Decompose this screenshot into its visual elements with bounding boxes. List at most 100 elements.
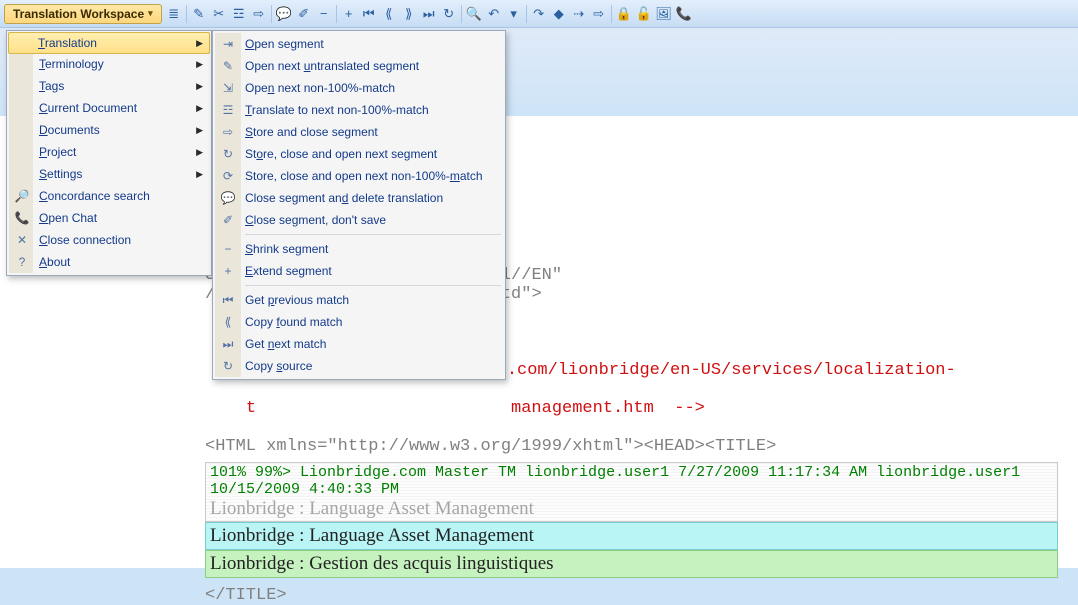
submenu-item[interactable]: ⏮Get previous match	[215, 289, 503, 311]
toolbar-icon-11[interactable]: ⟫	[399, 4, 419, 24]
menu-item-label: Close connection	[39, 233, 131, 247]
menu-item[interactable]: 📞Open Chat	[9, 207, 209, 229]
submenu-item-icon: ⇨	[219, 125, 237, 139]
submenu-item-label: Shrink segment	[245, 242, 328, 256]
submenu-arrow-icon: ▶	[196, 81, 203, 92]
submenu-item-icon: ⇥	[219, 37, 237, 51]
workspace-button[interactable]: Translation Workspace	[4, 4, 162, 24]
toolbar-icon-7[interactable]: −	[314, 4, 334, 24]
submenu-item-icon: ↻	[219, 359, 237, 373]
toolbar-icon-10[interactable]: ⟪	[379, 4, 399, 24]
menu-item[interactable]: Documents ▶	[9, 119, 209, 141]
menu-item-icon: ✕	[13, 233, 31, 247]
submenu-item[interactable]: ✐ Close segment, don't save	[215, 209, 503, 231]
toolbar-icon-4[interactable]: ⇨	[249, 4, 269, 24]
submenu-item-label: Close segment and delete translation	[245, 191, 443, 205]
submenu-item-icon: ⏭	[219, 337, 237, 352]
toolbar-row: Translation Workspace ≣✎✂☲⇨💬✐−+⏮⟪⟫⏭↻🔍↶▾↷…	[0, 0, 1078, 28]
toolbar-icon-3[interactable]: ☲	[229, 4, 249, 24]
toolbar-icons: ≣✎✂☲⇨💬✐−+⏮⟪⟫⏭↻🔍↶▾↷◆⇢⇨🔒🔓🖼📞	[164, 4, 694, 24]
segment-source[interactable]: Lionbridge : Language Asset Management	[205, 522, 1058, 550]
segment-target[interactable]: Lionbridge : Gestion des acquis linguist…	[205, 550, 1058, 578]
submenu-item[interactable]: + Extend segment	[215, 260, 503, 282]
tm-text: Lionbridge : Language Asset Management	[210, 498, 1053, 520]
toolbar-icon-24[interactable]: 📞	[674, 4, 694, 24]
menu-item[interactable]: Project▶	[9, 141, 209, 163]
menu-item-icon: 🔎	[13, 189, 31, 203]
menu-separator	[245, 285, 501, 286]
menu-item[interactable]: 🔎Concordance search	[9, 185, 209, 207]
toolbar-icon-8[interactable]: +	[339, 4, 359, 24]
submenu-item-label: Close segment, don't save	[245, 213, 386, 227]
translation-submenu: ⇥ Open segment ✎ Open next untranslated seg…	[212, 30, 506, 380]
toolbar-icon-1[interactable]: ✎	[189, 4, 209, 24]
submenu-arrow-icon: ▶	[196, 125, 203, 136]
submenu-item-icon: ⏮	[219, 293, 237, 308]
submenu-arrow-icon: ▶	[196, 147, 203, 158]
submenu-item-label: Extend segment	[245, 264, 332, 278]
submenu-item[interactable]: −Shrink segment	[215, 238, 503, 260]
menu-item[interactable]: Translation ▶	[8, 32, 210, 54]
menu-item[interactable]: Tags ▶	[9, 75, 209, 97]
submenu-item-icon: ✐	[219, 213, 237, 227]
toolbar-icon-15[interactable]: ↶	[484, 4, 504, 24]
submenu-item-icon: 💬	[219, 191, 237, 205]
toolbar-icon-17[interactable]: ↷	[529, 4, 549, 24]
submenu-item[interactable]: 💬 Close segment and delete translation	[215, 187, 503, 209]
submenu-item-icon: −	[219, 242, 237, 256]
menu-item-label: Open Chat	[39, 211, 97, 225]
submenu-item-label: Open next non-100%-match	[245, 81, 395, 95]
toolbar-icon-16[interactable]: ▾	[504, 4, 524, 24]
toolbar-icon-2[interactable]: ✂	[209, 4, 229, 24]
menu-item[interactable]: ✕ Close connection	[9, 229, 209, 251]
submenu-item[interactable]: ↻Store, close and open next segment	[215, 143, 503, 165]
toolbar-icon-19[interactable]: ⇢	[569, 4, 589, 24]
submenu-item[interactable]: ⇨Store and close segment	[215, 121, 503, 143]
submenu-item-icon: ✎	[219, 59, 237, 73]
menu-item[interactable]: Terminology▶	[9, 53, 209, 75]
menu-item[interactable]: ?About	[9, 251, 209, 273]
submenu-item-label: Copy source	[245, 359, 312, 373]
submenu-item-icon: ⟳	[219, 169, 237, 183]
doc-line-html: <HTML xmlns="http://www.w3.org/1999/xhtm…	[205, 437, 1058, 456]
toolbar-icon-13[interactable]: ↻	[439, 4, 459, 24]
doc-line-endtitle: </TITLE>	[205, 586, 1058, 605]
submenu-item[interactable]: ⟳ Store, close and open next non-100%-mat…	[215, 165, 503, 187]
menu-item-label: Tags	[39, 79, 64, 93]
submenu-item[interactable]: ⏭ Get next match	[215, 333, 503, 355]
toolbar-icon-20[interactable]: ⇨	[589, 4, 609, 24]
submenu-item[interactable]: ✎ Open next untranslated segment	[215, 55, 503, 77]
menu-item-label: Documents	[39, 123, 100, 137]
submenu-item[interactable]: ⟪ Copy found match	[215, 311, 503, 333]
submenu-arrow-icon: ▶	[196, 38, 203, 49]
menu-item-label: Translation	[38, 36, 97, 50]
submenu-item-label: Open next untranslated segment	[245, 59, 419, 73]
submenu-item[interactable]: ⇥ Open segment	[215, 33, 503, 55]
toolbar-icon-22[interactable]: 🔓	[634, 4, 654, 24]
submenu-item[interactable]: ☲Translate to next non-100%-match	[215, 99, 503, 121]
workspace-button-label: Translation Workspace	[13, 7, 144, 21]
submenu-item-label: Get next match	[245, 337, 326, 351]
menu-item[interactable]: Settings▶	[9, 163, 209, 185]
submenu-item-icon: ☲	[219, 103, 237, 117]
toolbar-icon-23[interactable]: 🖼	[654, 4, 674, 24]
toolbar-icon-14[interactable]: 🔍	[464, 4, 484, 24]
submenu-arrow-icon: ▶	[196, 169, 203, 180]
submenu-item-label: Store, close and open next non-100%-matc…	[245, 169, 483, 183]
submenu-item[interactable]: ⇲Open next non-100%-match	[215, 77, 503, 99]
toolbar-icon-6[interactable]: ✐	[294, 4, 314, 24]
submenu-item-icon: +	[219, 264, 237, 278]
menu-item-label: Terminology	[39, 57, 104, 71]
toolbar-icon-18[interactable]: ◆	[549, 4, 569, 24]
submenu-item-label: Copy found match	[245, 315, 342, 329]
toolbar-icon-0[interactable]: ≣	[164, 4, 184, 24]
submenu-item-label: Open segment	[245, 37, 324, 51]
toolbar-icon-9[interactable]: ⏮	[359, 4, 379, 24]
submenu-item[interactable]: ↻ Copy source	[215, 355, 503, 377]
toolbar-icon-21[interactable]: 🔒	[614, 4, 634, 24]
toolbar-icon-12[interactable]: ⏭	[419, 4, 439, 24]
submenu-item-icon: ⟪	[219, 315, 237, 329]
toolbar-icon-5[interactable]: 💬	[274, 4, 294, 24]
menu-item[interactable]: Current Document▶	[9, 97, 209, 119]
submenu-item-icon: ↻	[219, 147, 237, 161]
